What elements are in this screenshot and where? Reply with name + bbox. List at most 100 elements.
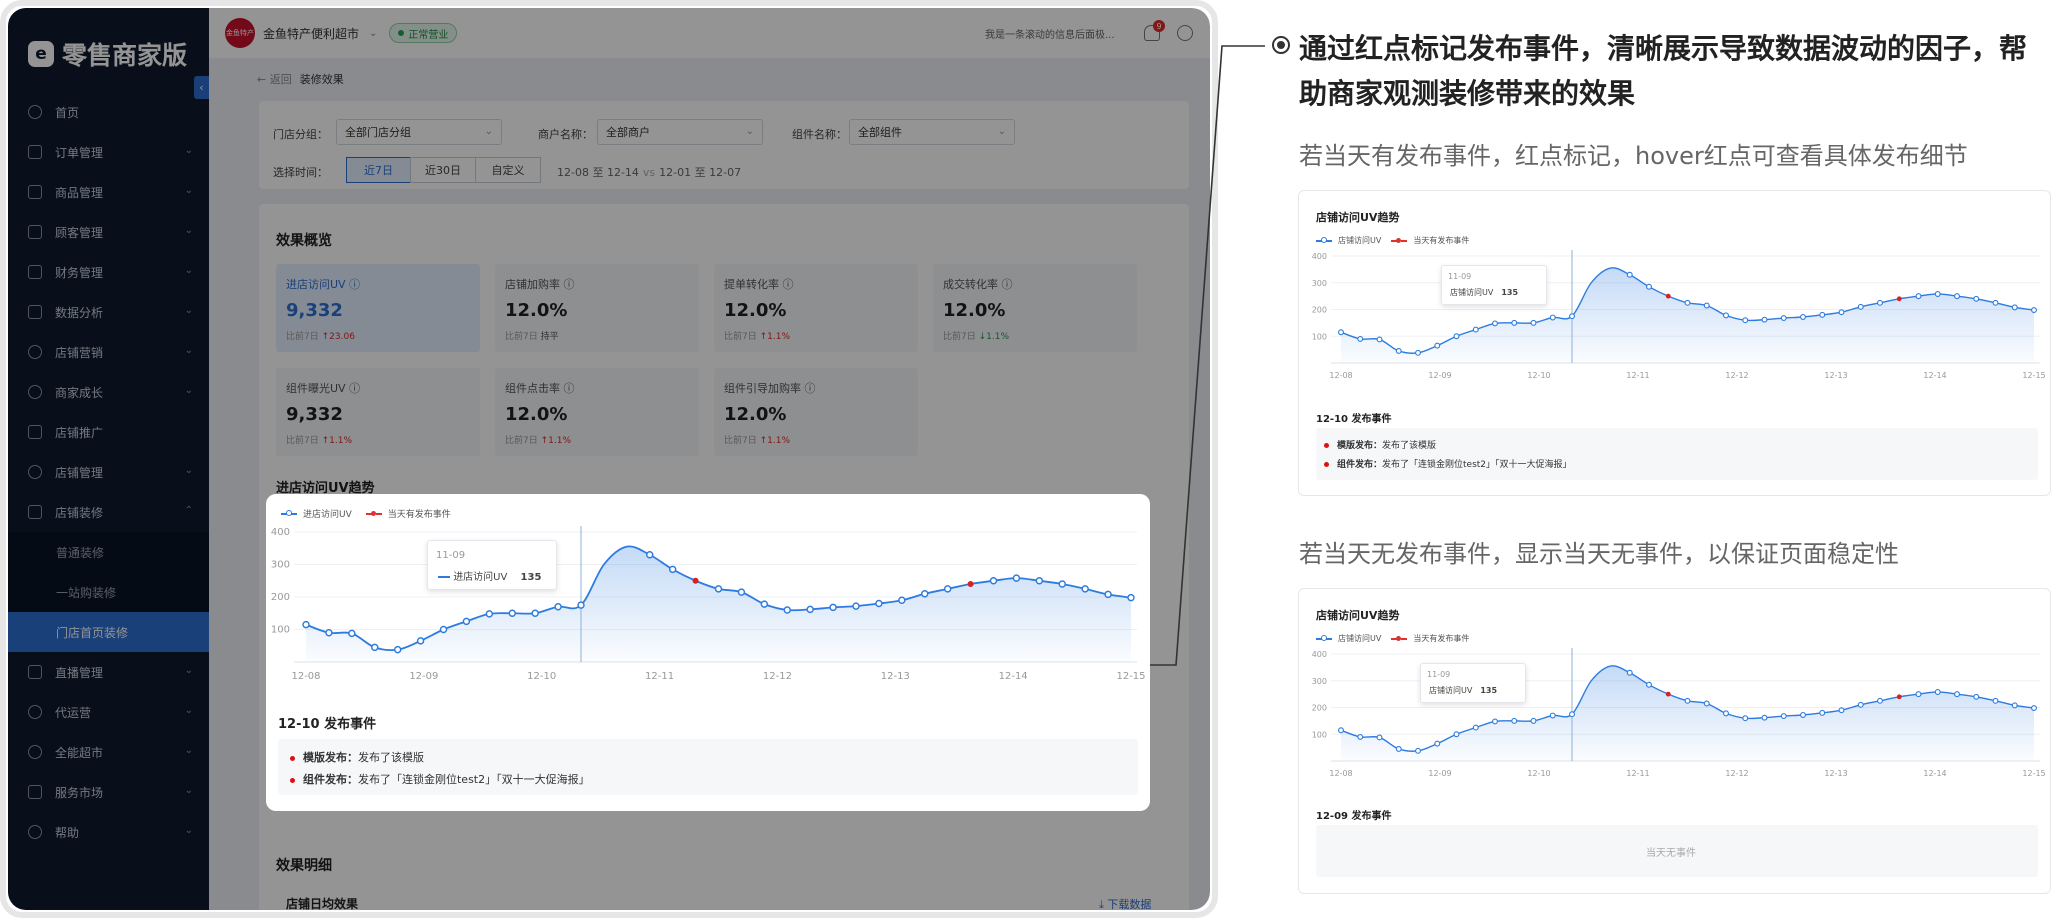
- x-tick-label: 12-08: [1329, 769, 1352, 778]
- event-marker: [1896, 694, 1902, 700]
- data-point: [1395, 746, 1402, 752]
- data-point: [1838, 707, 1845, 714]
- data-point: [1472, 724, 1479, 731]
- data-point: [1415, 349, 1421, 356]
- y-tick-label: 300: [1312, 279, 1327, 288]
- y-tick-label: 200: [1312, 306, 1327, 315]
- data-point: [1877, 299, 1883, 306]
- data-point: [1569, 313, 1575, 320]
- data-point: [1742, 715, 1749, 722]
- data-point: [1819, 311, 1826, 318]
- data-point: [1453, 333, 1460, 340]
- event-text: 发布了「连锁金刚位test2」「双十一大促海报」: [1382, 460, 1572, 470]
- example-trend-chart[interactable]: 100 200 300 400 12-08 12-09 12-10 12-11 12-12 12-…: [1299, 246, 2051, 396]
- event-bullet-icon: [1324, 443, 1329, 448]
- data-point: [1338, 329, 1344, 336]
- data-point: [1646, 681, 1652, 688]
- x-tick-label: 12-09: [1428, 769, 1451, 778]
- legend-event-label: 当天有发布事件: [1413, 236, 1470, 245]
- y-tick-label: 100: [1312, 332, 1327, 341]
- data-point: [1338, 727, 1344, 734]
- no-event-text: 当天无事件: [1646, 848, 1696, 859]
- legend-event-label: 当天有发布事件: [1413, 634, 1470, 643]
- page-root: e 零售商家版 ‹ 首页 订单管理 ⌄ 商品管理 ⌄ 顾客管理 ⌄ 财务管理 ⌄ 数据分析 ⌄ 店铺营…: [0, 0, 2051, 918]
- data-point: [1434, 342, 1441, 349]
- data-point: [1915, 293, 1922, 300]
- data-point: [1780, 713, 1787, 720]
- data-point: [1742, 317, 1749, 324]
- example-trend-chart[interactable]: 100 200 300 400 12-08 12-09 12-10 12-11 12-12 12-…: [1299, 644, 2051, 794]
- data-point: [1530, 319, 1537, 326]
- example-legend: 店铺访问UV 当天有发布事件: [1316, 235, 1469, 246]
- y-tick-label: 400: [1312, 252, 1327, 261]
- example-chart-title: 店铺访问UV趋势: [1316, 609, 1400, 622]
- data-point: [1357, 335, 1364, 342]
- example-events-list: 模版发布：发布了该模版 组件发布：发布了「连锁金刚位test2」「双十一大促海报…: [1316, 428, 2038, 480]
- data-point: [2011, 304, 2018, 311]
- legend-series-label: 店铺访问UV: [1338, 634, 1382, 643]
- example-events-empty: 当天无事件: [1316, 825, 2038, 877]
- data-point: [1511, 717, 1518, 724]
- tooltip-row: 店铺访问UV 135: [1450, 287, 1518, 298]
- example-tooltip: 11-09 店铺访问UV 135: [1441, 265, 1547, 305]
- data-point: [1723, 312, 1729, 319]
- event-marker: [1896, 296, 1902, 302]
- legend-series-label: 店铺访问UV: [1338, 236, 1382, 245]
- data-point: [1453, 731, 1460, 738]
- y-tick-label: 100: [1312, 730, 1327, 739]
- x-tick-label: 12-12: [1725, 371, 1748, 380]
- y-tick-label: 400: [1312, 650, 1327, 659]
- x-tick-label: 12-13: [1824, 769, 1847, 778]
- x-tick-label: 12-08: [1329, 371, 1352, 380]
- data-point: [1703, 302, 1710, 309]
- event-key: 模版发布：: [1337, 441, 1383, 451]
- annotation-case-no-event: 若当天无发布事件，显示当天无事件，以保证页面稳定性: [1299, 540, 1899, 568]
- example-chart-title: 店铺访问UV趋势: [1316, 211, 1400, 224]
- x-tick-label: 12-12: [1725, 769, 1748, 778]
- data-point: [1492, 320, 1498, 327]
- data-point: [1395, 348, 1402, 354]
- event-text: 发布了该模版: [1382, 441, 1437, 451]
- data-point: [1954, 691, 1960, 698]
- x-tick-label: 12-10: [1527, 769, 1550, 778]
- data-point: [1549, 712, 1556, 719]
- tooltip-date: 11-09: [1427, 670, 1451, 679]
- event-marker: [1665, 293, 1671, 299]
- x-tick-label: 12-11: [1626, 371, 1649, 380]
- x-tick-label: 12-13: [1824, 371, 1847, 380]
- event-bullet-icon: [1324, 462, 1329, 467]
- data-point: [1877, 697, 1883, 704]
- data-point: [1569, 711, 1575, 718]
- data-point: [1415, 747, 1421, 754]
- data-point: [1857, 701, 1864, 708]
- example-card-with-event: 店铺访问UV趋势 店铺访问UV 当天有发布事件 100 200 300 400 12-0…: [1298, 190, 2051, 496]
- event-marker: [1665, 691, 1671, 697]
- annotation-case-with-event: 若当天有发布事件，红点标记，hover红点可查看具体发布细节: [1299, 142, 1968, 170]
- data-point: [1626, 271, 1633, 278]
- x-tick-label: 12-11: [1626, 769, 1649, 778]
- data-point: [1684, 697, 1691, 704]
- event-key: 组件发布：: [1337, 460, 1383, 470]
- series-legend-icon: [1316, 634, 1332, 641]
- x-tick-label: 12-14: [1923, 371, 1946, 380]
- tooltip-row: 店铺访问UV 135: [1429, 685, 1497, 696]
- example-events-title: 12-09 发布事件: [1316, 811, 1392, 822]
- tooltip-label: 店铺访问UV: [1450, 288, 1494, 297]
- data-point: [1780, 315, 1787, 322]
- data-point: [1703, 700, 1710, 707]
- x-tick-label: 12-15: [2022, 769, 2045, 778]
- tooltip-date: 11-09: [1448, 272, 1472, 281]
- event-item: 组件发布：发布了「连锁金刚位test2」「双十一大促海报」: [1324, 457, 1572, 470]
- data-point: [1934, 291, 1941, 297]
- series-legend-icon: [1316, 236, 1332, 243]
- data-point: [1761, 316, 1768, 323]
- data-point: [2031, 307, 2037, 313]
- data-point: [2031, 705, 2037, 711]
- data-point: [1684, 299, 1691, 306]
- data-point: [1954, 293, 1960, 300]
- data-point: [1492, 718, 1498, 725]
- data-point: [1800, 712, 1806, 718]
- event-legend-icon: [1391, 237, 1408, 243]
- data-point: [1934, 689, 1941, 695]
- data-point: [1511, 319, 1518, 326]
